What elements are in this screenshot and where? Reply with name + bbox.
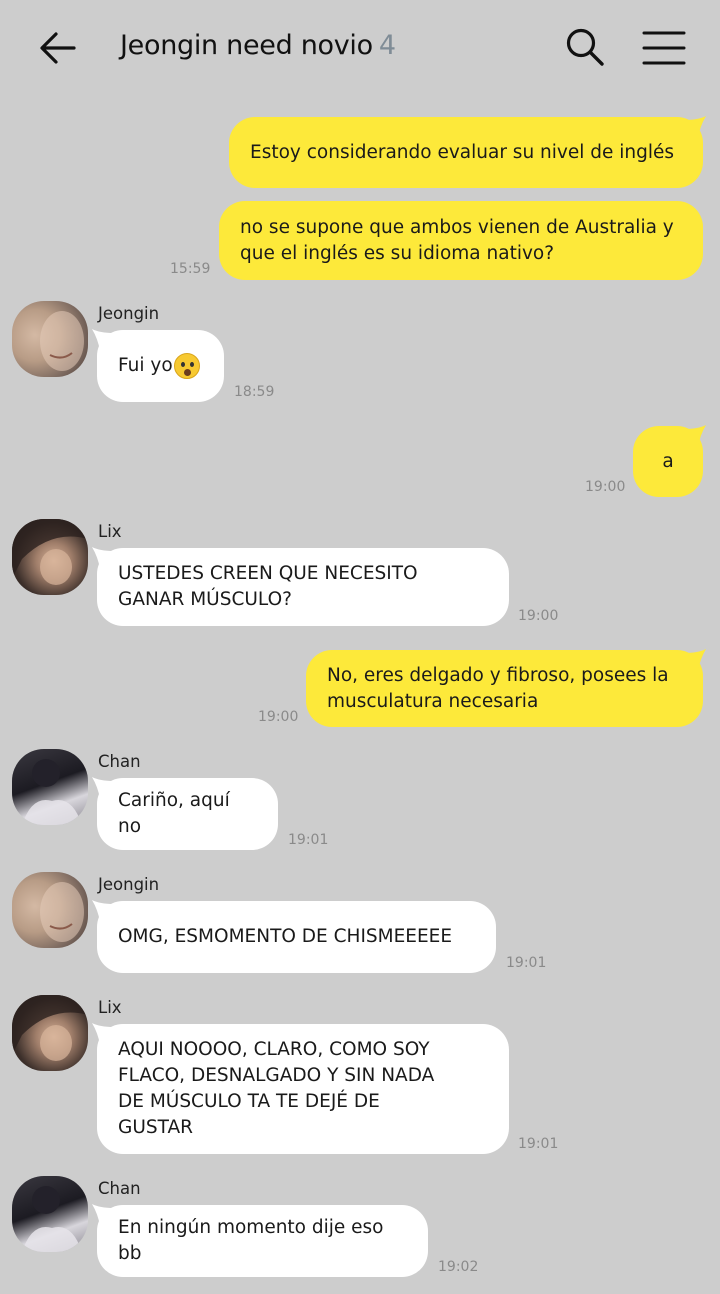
message-bubble-incoming[interactable]: Cariño, aquí no: [97, 778, 278, 850]
menu-button[interactable]: [642, 30, 686, 66]
message-timestamp: 19:00: [258, 709, 299, 725]
message-timestamp: 19:00: [585, 479, 626, 495]
sender-name: Jeongin: [98, 304, 160, 323]
bubble-tail: [92, 777, 114, 799]
search-button[interactable]: [564, 26, 606, 68]
avatar-lix[interactable]: [12, 519, 88, 595]
message-bubble-incoming[interactable]: OMG, ESMOMENTO DE CHISMEEEEE: [97, 901, 496, 973]
message-timestamp: 19:00: [518, 608, 559, 624]
sender-name: Jeongin: [98, 875, 160, 894]
message-text: AQUI NOOOO, CLARO, COMO SOY FLACO, DESNA…: [118, 1039, 435, 1138]
anxious-face-emoji-icon: [173, 353, 200, 379]
avatar-jeongin[interactable]: [12, 872, 88, 948]
bubble-tail: [92, 329, 114, 351]
message-timestamp: 15:59: [170, 261, 211, 277]
message-timestamp: 18:59: [234, 384, 275, 400]
message-bubble-incoming[interactable]: AQUI NOOOO, CLARO, COMO SOY FLACO, DESNA…: [97, 1024, 509, 1154]
message-timestamp: 19:02: [438, 1259, 479, 1275]
chat-header: Jeongin need novio 4: [0, 0, 720, 96]
avatar-chan[interactable]: [12, 749, 88, 825]
message-bubble-incoming[interactable]: USTEDES CREEN QUE NECESITO GANAR MÚSCULO…: [97, 548, 509, 626]
avatar-image: [22, 759, 82, 825]
message-text: a: [662, 450, 674, 472]
avatar-image: [22, 1186, 82, 1252]
chat-title-text: Jeongin need novio: [120, 30, 373, 61]
chat-title: Jeongin need novio 4: [120, 30, 396, 61]
message-text: Estoy considerando evaluar su nivel de i…: [250, 141, 675, 163]
message-text: no se supone que ambos vienen de Austral…: [240, 216, 674, 264]
message-bubble-incoming[interactable]: Fui yo: [97, 330, 224, 402]
avatar-chan[interactable]: [12, 1176, 88, 1252]
avatar-image: [40, 311, 84, 371]
message-text: En ningún momento dije eso bb: [118, 1217, 384, 1264]
bubble-tail: [684, 425, 706, 447]
sender-name: Lix: [98, 522, 122, 541]
bubble-tail: [684, 116, 706, 138]
bubble-tail: [684, 649, 706, 671]
message-bubble-outgoing[interactable]: no se supone que ambos vienen de Austral…: [219, 201, 703, 280]
search-icon: [566, 28, 604, 66]
hamburger-menu-icon: [642, 31, 686, 65]
avatar-image: [12, 519, 88, 585]
sender-name: Chan: [98, 1179, 141, 1198]
message-bubble-outgoing[interactable]: Estoy considerando evaluar su nivel de i…: [229, 117, 703, 188]
message-timestamp: 19:01: [506, 955, 547, 971]
avatar-image: [40, 882, 84, 942]
message-text: OMG, ESMOMENTO DE CHISMEEEEE: [118, 926, 453, 947]
arrow-left-icon: [40, 32, 76, 64]
message-text: Fui yo: [118, 355, 173, 376]
avatar-jeongin[interactable]: [12, 301, 88, 377]
sender-name: Chan: [98, 752, 141, 771]
bubble-tail: [92, 547, 114, 569]
message-text: No, eres delgado y fibroso, posees la mu…: [327, 664, 669, 712]
message-bubble-incoming[interactable]: En ningún momento dije eso bb: [97, 1205, 428, 1277]
message-text: USTEDES CREEN QUE NECESITO GANAR MÚSCULO…: [118, 563, 418, 610]
avatar-image: [12, 995, 88, 1061]
bubble-tail: [92, 1204, 114, 1226]
avatar-lix[interactable]: [12, 995, 88, 1071]
message-timestamp: 19:01: [518, 1136, 559, 1152]
bubble-tail: [92, 1023, 114, 1045]
sender-name: Lix: [98, 998, 122, 1017]
member-count: 4: [378, 30, 396, 61]
bubble-tail: [92, 900, 114, 922]
message-timestamp: 19:01: [288, 832, 329, 848]
message-text: Cariño, aquí no: [118, 790, 230, 837]
message-bubble-outgoing[interactable]: No, eres delgado y fibroso, posees la mu…: [306, 650, 703, 727]
back-button[interactable]: [36, 26, 80, 70]
